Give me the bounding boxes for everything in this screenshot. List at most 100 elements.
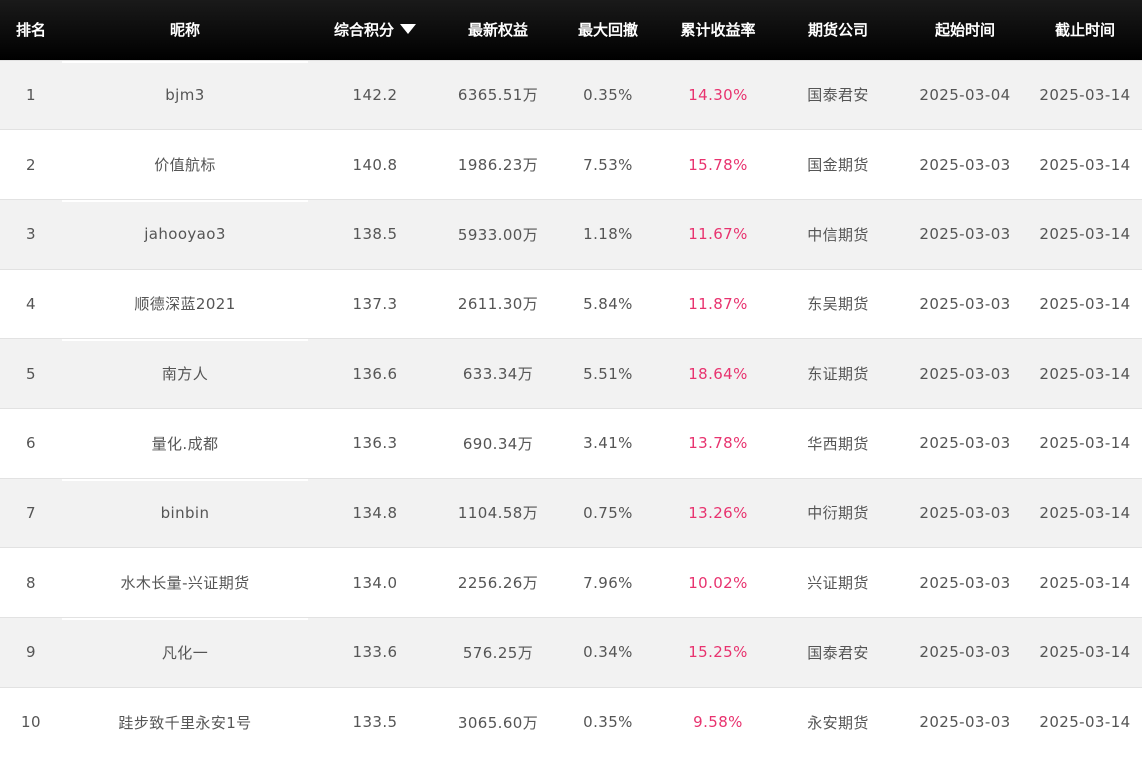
- table-row: 8 水木长量-兴证期货 134.0 2256.26万 7.96% 10.02% …: [0, 547, 1142, 618]
- cell-return-rate: 10.02%: [688, 573, 748, 592]
- cell-end-date: 2025-03-14: [1039, 713, 1131, 732]
- cell-drawdown: 5.84%: [583, 294, 633, 313]
- cell-drawdown: 1.18%: [583, 225, 633, 244]
- cell-nickname: 跬步致千里永安1号: [118, 713, 252, 732]
- cell-rank: 3: [26, 225, 36, 244]
- cell-company: 永安期货: [807, 713, 869, 732]
- cell-nickname: 量化.成都: [151, 434, 219, 453]
- header-score[interactable]: 综合积分: [308, 0, 442, 60]
- header-start-date: 起始时间: [934, 21, 995, 40]
- cell-nickname: 水木长量-兴证期货: [120, 574, 250, 593]
- cell-equity: 3065.60万: [457, 713, 539, 732]
- cell-company: 国泰君安: [807, 643, 869, 662]
- header-equity: 最新权益: [467, 21, 528, 40]
- cell-start-date: 2025-03-03: [919, 573, 1011, 592]
- cell-return-rate: 9.58%: [693, 713, 743, 732]
- cell-score: 138.5: [352, 225, 398, 244]
- cell-return-rate: 18.64%: [688, 364, 748, 383]
- header-nickname: 昵称: [169, 21, 200, 40]
- triangle-down-icon[interactable]: [400, 24, 416, 35]
- cell-company: 东吴期货: [807, 295, 869, 314]
- cell-start-date: 2025-03-03: [919, 434, 1011, 453]
- header-end-date: 截止时间: [1054, 21, 1115, 40]
- cell-return-rate: 11.87%: [688, 294, 748, 313]
- cell-score: 134.0: [352, 573, 398, 592]
- cell-score: 142.2: [352, 85, 398, 104]
- cell-nickname: binbin: [62, 478, 308, 548]
- cell-equity: 6365.51万: [457, 86, 539, 105]
- table-row: 7 binbin 134.8 1104.58万 0.75% 13.26% 中衍期…: [0, 478, 1142, 548]
- cell-end-date: 2025-03-14: [1039, 85, 1131, 104]
- cell-start-date: 2025-03-03: [919, 364, 1011, 383]
- cell-start-date: 2025-03-03: [919, 294, 1011, 313]
- cell-drawdown: 7.96%: [583, 573, 633, 592]
- cell-score: 137.3: [352, 294, 398, 313]
- cell-company: 中信期货: [807, 225, 869, 244]
- header-company: 期货公司: [807, 21, 868, 40]
- cell-equity: 2256.26万: [457, 574, 539, 593]
- cell-rank: 1: [26, 85, 36, 104]
- cell-company: 兴证期货: [807, 574, 869, 593]
- cell-score: 133.6: [352, 643, 398, 662]
- cell-equity: 633.34万: [462, 365, 534, 384]
- cell-return-rate: 15.25%: [688, 643, 748, 662]
- cell-equity: 1986.23万: [457, 156, 539, 175]
- cell-return-rate: 13.78%: [688, 434, 748, 453]
- cell-rank: 6: [26, 434, 36, 453]
- cell-nickname: 凡化一: [62, 617, 308, 688]
- cell-drawdown: 0.34%: [583, 643, 633, 662]
- cell-equity: 2611.30万: [457, 295, 539, 314]
- cell-return-rate: 11.67%: [688, 225, 748, 244]
- cell-score: 140.8: [352, 155, 398, 174]
- cell-end-date: 2025-03-14: [1039, 364, 1131, 383]
- table-row: 5 南方人 136.6 633.34万 5.51% 18.64% 东证期货 20…: [0, 338, 1142, 409]
- cell-nickname: 南方人: [62, 338, 308, 409]
- table-row: 1 bjm3 142.2 6365.51万 0.35% 14.30% 国泰君安 …: [0, 60, 1142, 130]
- cell-score: 136.3: [352, 434, 398, 453]
- table-row: 10 跬步致千里永安1号 133.5 3065.60万 0.35% 9.58% …: [0, 687, 1142, 757]
- cell-rank: 9: [26, 643, 36, 662]
- table-body: 1 bjm3 142.2 6365.51万 0.35% 14.30% 国泰君安 …: [0, 60, 1142, 757]
- cell-rank: 5: [26, 364, 36, 383]
- cell-rank: 8: [26, 573, 36, 592]
- cell-start-date: 2025-03-03: [919, 643, 1011, 662]
- table-row: 3 jahooyao3 138.5 5933.00万 1.18% 11.67% …: [0, 199, 1142, 270]
- cell-start-date: 2025-03-04: [919, 85, 1011, 104]
- cell-equity: 690.34万: [462, 434, 534, 453]
- cell-rank: 2: [26, 155, 36, 174]
- cell-company: 华西期货: [807, 434, 869, 453]
- cell-company: 国金期货: [807, 156, 869, 175]
- cell-score: 134.8: [352, 503, 398, 522]
- cell-drawdown: 7.53%: [583, 155, 633, 174]
- cell-score: 133.5: [352, 713, 398, 732]
- header-return-rate: 累计收益率: [680, 21, 756, 40]
- cell-end-date: 2025-03-14: [1039, 225, 1131, 244]
- cell-end-date: 2025-03-14: [1039, 573, 1131, 592]
- cell-end-date: 2025-03-14: [1039, 294, 1131, 313]
- header-rank: 排名: [15, 21, 46, 40]
- cell-nickname: 价值航标: [154, 156, 216, 175]
- ranking-table-container: 排名 昵称 综合积分 最新权益 最大回撤 累计收益率 期货公司 起始时间 截止时…: [0, 0, 1142, 757]
- cell-equity: 5933.00万: [457, 225, 539, 244]
- table-row: 6 量化.成都 136.3 690.34万 3.41% 13.78% 华西期货 …: [0, 408, 1142, 479]
- header-score-label: 综合积分: [333, 21, 394, 40]
- table-row: 9 凡化一 133.6 576.25万 0.34% 15.25% 国泰君安 20…: [0, 617, 1142, 688]
- cell-equity: 1104.58万: [457, 504, 539, 523]
- cell-start-date: 2025-03-03: [919, 225, 1011, 244]
- cell-return-rate: 13.26%: [688, 503, 748, 522]
- cell-end-date: 2025-03-14: [1039, 434, 1131, 453]
- cell-equity: 576.25万: [462, 643, 534, 662]
- cell-company: 国泰君安: [807, 86, 869, 105]
- cell-company: 中衍期货: [807, 504, 869, 523]
- cell-drawdown: 0.75%: [583, 503, 633, 522]
- cell-return-rate: 15.78%: [688, 155, 748, 174]
- cell-end-date: 2025-03-14: [1039, 503, 1131, 522]
- cell-score: 136.6: [352, 364, 398, 383]
- header-drawdown: 最大回撤: [577, 21, 638, 40]
- cell-nickname: 顺德深蓝2021: [134, 295, 236, 314]
- ranking-table: 排名 昵称 综合积分 最新权益 最大回撤 累计收益率 期货公司 起始时间 截止时…: [0, 0, 1142, 757]
- cell-start-date: 2025-03-03: [919, 503, 1011, 522]
- cell-end-date: 2025-03-14: [1039, 155, 1131, 174]
- cell-end-date: 2025-03-14: [1039, 643, 1131, 662]
- cell-rank: 7: [26, 503, 36, 522]
